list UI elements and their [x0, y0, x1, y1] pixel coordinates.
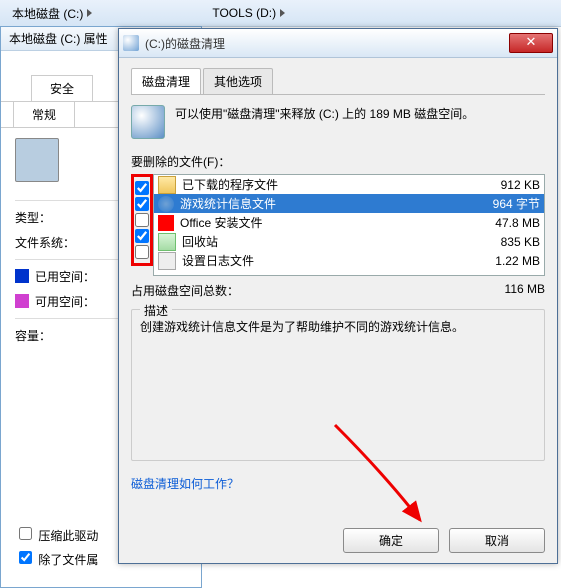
- total-value: 116 MB: [465, 282, 545, 299]
- how-it-works-link[interactable]: 磁盘清理如何工作？: [131, 475, 239, 492]
- total-label: 占用磁盘空间总数：: [131, 282, 465, 299]
- cb-setup-logs[interactable]: [135, 245, 149, 259]
- tab-other-options[interactable]: 其他选项: [203, 68, 273, 95]
- file-size: 964 字节: [460, 195, 540, 212]
- list-item[interactable]: Office 安装文件 47.8 MB: [154, 213, 544, 232]
- tab-general[interactable]: 常规: [13, 101, 75, 127]
- file-name: 已下载的程序文件: [180, 176, 456, 193]
- explorer-crumb-bar: 本地磁盘 (C:) TOOLS (D:): [0, 0, 561, 27]
- free-swatch-icon: [15, 294, 29, 308]
- list-item[interactable]: 回收站 835 KB: [154, 232, 544, 251]
- file-size: 1.22 MB: [460, 254, 540, 268]
- disk-cleanup-window: (C:)的磁盘清理 ✕ 磁盘清理 其他选项 可以使用"磁盘清理"来释放 (C:)…: [118, 28, 558, 564]
- tab-security[interactable]: 安全: [31, 75, 93, 101]
- list-item[interactable]: 游戏统计信息文件 964 字节: [154, 194, 544, 213]
- used-swatch-icon: [15, 269, 29, 283]
- office-icon: [158, 215, 174, 231]
- files-to-delete-label: 要删除的文件(F)：: [131, 153, 545, 170]
- files-to-delete-list[interactable]: 已下载的程序文件 912 KB 游戏统计信息文件 964 字节 Office 安…: [153, 174, 545, 276]
- file-name: 游戏统计信息文件: [178, 195, 456, 212]
- list-item[interactable]: 设置日志文件 1.22 MB: [154, 251, 544, 270]
- file-size: 835 KB: [460, 235, 540, 249]
- cb-office-setup[interactable]: [135, 213, 149, 227]
- tab-disk-cleanup[interactable]: 磁盘清理: [131, 68, 201, 94]
- chevron-right-icon: [87, 9, 92, 17]
- folder-icon: [158, 176, 176, 194]
- window-title: (C:)的磁盘清理: [145, 35, 509, 52]
- close-button[interactable]: ✕: [509, 33, 553, 53]
- list-item[interactable]: 已下载的程序文件 912 KB: [154, 175, 544, 194]
- file-name: 设置日志文件: [180, 252, 456, 269]
- cb-game-stats[interactable]: [135, 197, 149, 211]
- crumb-c[interactable]: 本地磁盘 (C:): [12, 5, 92, 22]
- file-name: 回收站: [180, 233, 456, 250]
- description-text: 创建游戏统计信息文件是为了帮助维护不同的游戏统计信息。: [140, 318, 536, 336]
- file-name: Office 安装文件: [178, 214, 456, 231]
- drive-icon: [15, 138, 59, 182]
- description-group: 描述 创建游戏统计信息文件是为了帮助维护不同的游戏统计信息。: [131, 309, 545, 461]
- group-legend: 描述: [140, 302, 172, 319]
- disk-cleanup-large-icon: [131, 105, 165, 139]
- recycle-bin-icon: [158, 233, 176, 251]
- file-size: 912 KB: [460, 178, 540, 192]
- stats-icon: [158, 196, 174, 212]
- disk-cleanup-icon: [123, 35, 139, 51]
- cb-recycle-bin[interactable]: [135, 229, 149, 243]
- cancel-button[interactable]: 取消: [449, 528, 545, 553]
- file-size: 47.8 MB: [460, 216, 540, 230]
- ok-button[interactable]: 确定: [343, 528, 439, 553]
- cb-downloaded-programs[interactable]: [135, 181, 149, 195]
- titlebar[interactable]: (C:)的磁盘清理 ✕: [119, 29, 557, 58]
- chevron-right-icon: [280, 9, 285, 17]
- highlight-annotation: [131, 174, 153, 266]
- crumb-d[interactable]: TOOLS (D:): [212, 6, 285, 20]
- log-file-icon: [158, 252, 176, 270]
- info-text: 可以使用"磁盘清理"来释放 (C:) 上的 189 MB 磁盘空间。: [175, 105, 474, 139]
